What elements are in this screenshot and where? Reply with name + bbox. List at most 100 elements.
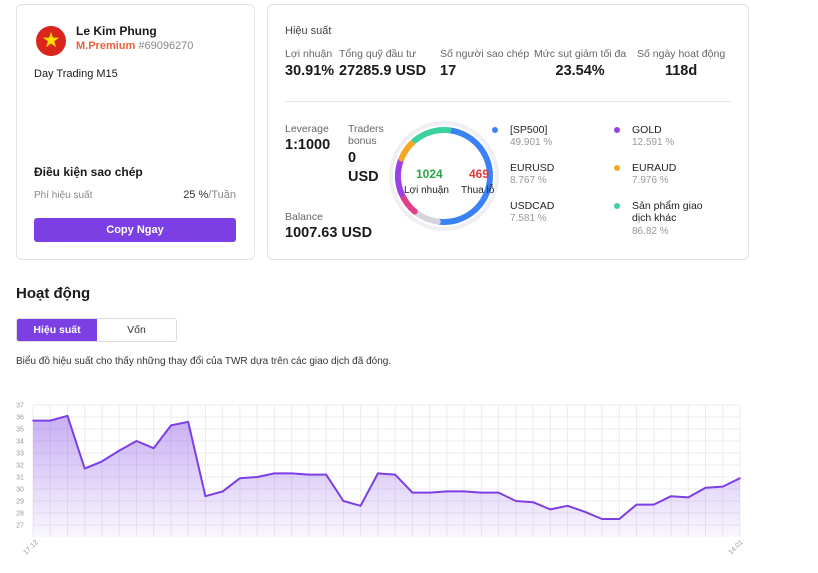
losses-count: 469 [469,167,490,181]
chart-point [377,472,379,475]
chart-point [670,495,672,497]
trader-tier: M.Premium #69096270 [76,40,193,52]
legend-name: Sản phẩm giao dịch khác [632,200,703,224]
stat-label: Số người sao chép [440,48,530,60]
chart-point [342,500,345,502]
chart-point [635,503,638,506]
legend-dot [492,127,498,133]
tab-capital[interactable]: Vốn [97,319,176,341]
y-tick-label: 37 [16,403,24,410]
chart-description: Biểu đồ hiệu suất cho thấy những thay đổ… [16,356,392,367]
tab-performance[interactable]: Hiệu suất [17,319,97,341]
chart-point [83,467,86,470]
legend-name: USDCAD [510,200,555,212]
stat-copiers: Số người sao chép 17 [440,48,529,79]
legend-name: GOLD [632,124,662,136]
stat-label: Số ngày hoạt động [637,48,726,60]
chart-point [497,491,500,494]
chart-point [549,508,552,511]
y-tick-label: 31 [16,475,24,482]
chart-point [687,496,690,499]
stat-label: Tổng quỹ đầu tư [339,48,417,60]
chart-point [601,518,603,520]
stat-value: 118d [664,63,698,79]
chart-point [221,490,224,493]
y-tick-label: 28 [16,511,24,518]
y-tick-label: 29 [16,499,24,506]
chart-point [32,419,34,422]
legend-name: [SP500] [510,124,548,136]
legend-dot [614,127,620,133]
fee-amount: 25 % [183,189,209,201]
y-tick-label: 30 [16,487,24,494]
stat-max-drawdown: Mức sụt giảm tối đa 23.54% [534,48,626,79]
chart-point [584,511,586,513]
activity-title: Hoạt động [16,285,91,302]
x-tick-label: 14.01 [727,539,744,556]
vietnam-flag-icon: ★ [36,26,66,56]
chart-point [515,500,517,502]
chart-point [566,505,569,507]
balance-value: 1007.63 USD [285,225,373,241]
losses-label: Thua lỗ [461,185,495,196]
chart-point [532,501,534,503]
chart-point [49,419,52,422]
y-tick-label: 33 [16,451,24,458]
legend-pct: 86.82 % [632,226,669,237]
chart-point [152,447,155,449]
legend-name: EURUSD [510,162,555,174]
stat-value: 27285.9 USD [339,63,427,79]
y-tick-label: 32 [16,463,24,470]
legend-pct: 12.591 % [632,137,675,148]
balance-label: Balance [285,211,323,223]
stat-label: Lợi nhuận [285,48,333,60]
copy-conditions-title: Điều kiện sao chép [34,165,143,179]
stat-value: 23.54% [555,63,605,79]
wins-label: Lợi nhuận [404,185,449,196]
account-id: #69096270 [138,40,194,52]
chart-point [428,491,431,494]
trader-name[interactable]: Le Kim Phung [76,24,157,38]
legend-pct: 49.901 % [510,137,553,148]
stat-total-fund: Tổng quỹ đầu tư 27285.9 USD [339,48,426,79]
leverage: Leverage 1:1000 [285,123,330,153]
tier-badge: M.Premium [76,40,136,52]
chart-point [480,491,483,494]
legend-pct: 8.767 % [510,175,547,186]
chart-point [618,518,621,520]
y-tick-label: 34 [16,439,24,446]
chart-point [446,490,448,493]
wins-count: 1024 [416,167,443,181]
chart-point [204,495,207,497]
chart-point [290,472,293,475]
activity-tabs: Hiệu suất Vốn [16,318,177,342]
chart-point [273,472,276,475]
chart-point [652,503,655,506]
stat-value: 30.91% [285,63,335,79]
copy-now-button[interactable]: Copy Ngay [34,218,236,242]
performance-fee-value: 25 %/Tuần [183,189,236,201]
chart-point [170,424,172,427]
legend-dot [614,203,620,209]
traders-bonus-label: Traders bonus [348,123,384,147]
legend-dot [614,165,620,171]
chart-point [66,415,69,417]
stat-label: Mức sụt giảm tối đa [534,48,627,60]
chart-point [256,476,258,478]
chart-point [704,487,707,489]
y-tick-label: 36 [16,415,24,422]
performance-card: Hiệu suất Lợi nhuận 30.91% Tổng quỹ đầu … [267,4,749,260]
chart-area-fill [33,415,740,537]
chart-point [359,505,362,507]
leverage-label: Leverage [285,123,329,135]
chart-point [325,473,327,476]
divider [285,101,731,102]
y-tick-label: 35 [16,427,24,434]
leverage-value: 1:1000 [285,137,331,153]
y-tick-label: 27 [16,523,24,530]
performance-title: Hiệu suất [285,25,332,37]
x-tick-label: 17.12 [22,539,39,556]
chart-point [101,460,103,463]
strategy-name: Day Trading M15 [34,68,118,80]
chart-point [411,491,414,494]
